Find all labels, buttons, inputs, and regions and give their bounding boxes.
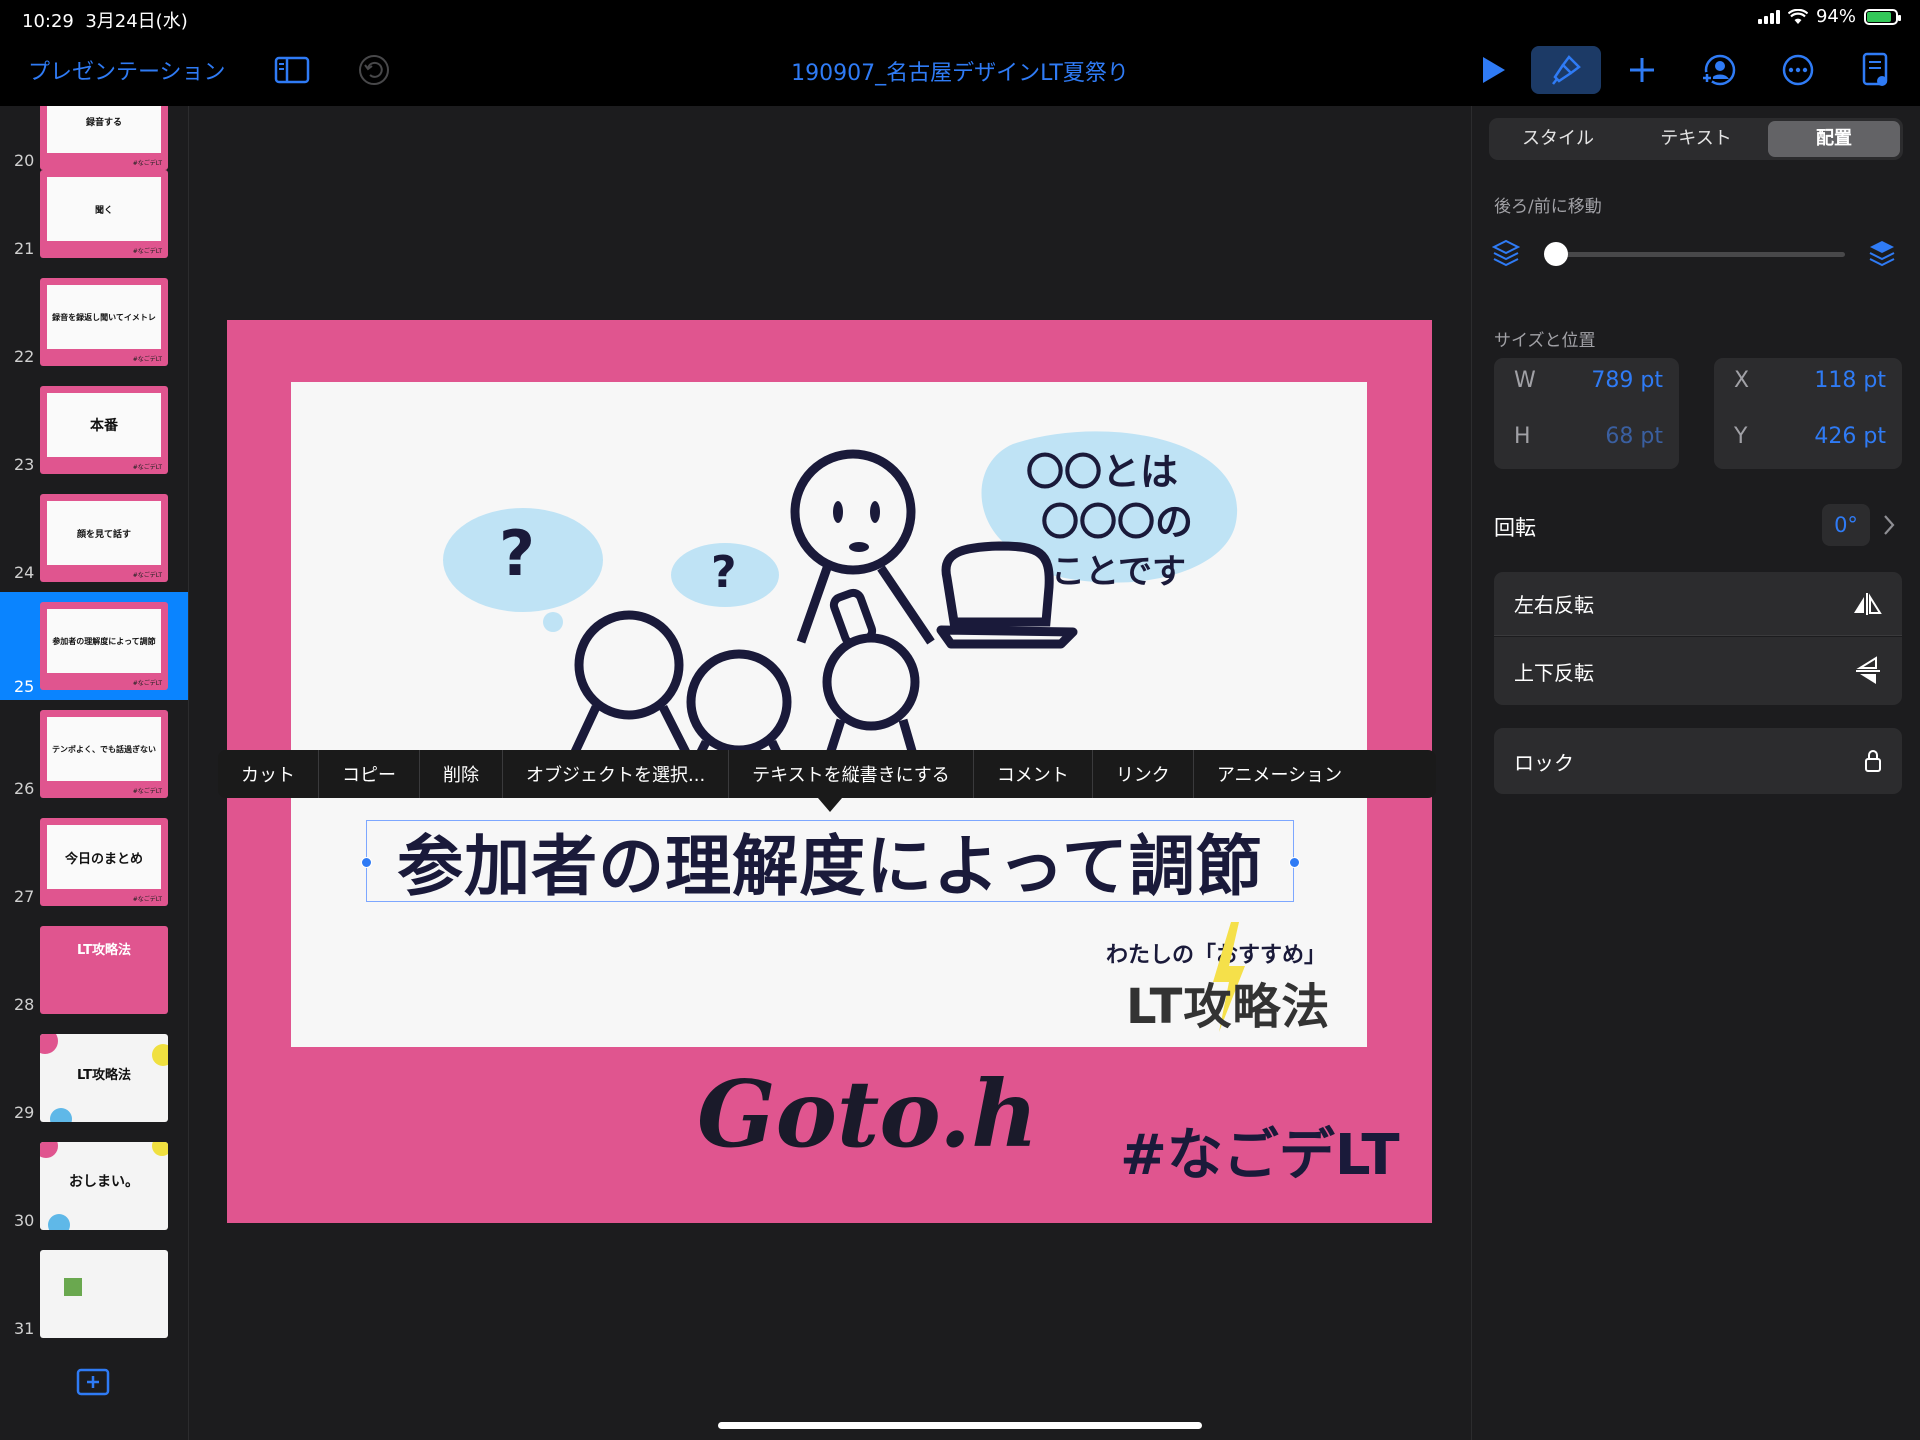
format-panel: スタイル テキスト 配置 後ろ/前に移動 サイズと位置 W 789 pt H 68 …	[1471, 106, 1920, 1440]
menu-comment[interactable]: コメント	[974, 750, 1093, 798]
slide-thumb-30[interactable]: 30 おしまい。	[0, 1134, 188, 1234]
position-box: X 118 pt Y 426 pt	[1714, 358, 1902, 469]
context-menu-pointer	[818, 798, 842, 812]
sidebar-toggle-icon[interactable]	[270, 46, 314, 94]
home-indicator[interactable]	[718, 1422, 1202, 1429]
layer-slider-track[interactable]	[1556, 252, 1845, 257]
menu-cut[interactable]: カット	[218, 750, 319, 798]
send-backward-icon[interactable]	[1492, 238, 1520, 268]
presentations-back-button[interactable]: プレゼンテーション	[28, 46, 226, 94]
status-time: 10:29 3月24日(水)	[22, 11, 188, 32]
battery-percent: 94%	[1815, 6, 1856, 27]
flip-horizontal-button[interactable]: 左右反転	[1494, 572, 1902, 636]
question-mark-1: ?	[499, 517, 535, 590]
size-position-label: サイズと位置	[1494, 331, 1596, 351]
speech-bubble-text: 〇〇とは 〇〇〇の ことです	[1026, 450, 1194, 592]
tab-arrange[interactable]: 配置	[1768, 121, 1900, 157]
menu-select-object[interactable]: オブジェクトを選択...	[503, 750, 730, 798]
add-slide-icon[interactable]	[76, 1368, 110, 1400]
slide-hashtag: #なごデLT	[1120, 1123, 1400, 1188]
status-right: 94%	[1757, 6, 1901, 27]
undo-icon[interactable]	[352, 46, 396, 94]
flip-horizontal-icon	[1854, 592, 1882, 615]
question-mark-2: ?	[711, 547, 737, 598]
slide-thumb-27[interactable]: 27 今日のまとめ #なごデLT	[0, 810, 188, 910]
cellular-icon	[1757, 9, 1780, 24]
slide-thumb-22[interactable]: 22 録音を録返し聞いてイメトレ #なごデLT	[0, 270, 188, 370]
document-setup-icon[interactable]	[1855, 46, 1895, 94]
tab-style[interactable]: スタイル	[1492, 121, 1624, 157]
bring-forward-icon[interactable]	[1868, 238, 1896, 268]
chevron-right-icon[interactable]	[1882, 514, 1896, 536]
slide-navigator: 20 録音する #なごデLT 21 聞く #なごデLT 22 録音を録返し聞いてイメ…	[0, 106, 189, 1440]
slide-thumb-28[interactable]: 28 LT攻略法	[0, 918, 188, 1018]
context-menu: カット コピー 削除 オブジェクトを選択... テキストを縦書きにする コメント…	[218, 750, 1436, 798]
slide-content-area: ? ? 〇〇とは 〇〇〇の ことです わたしの「おすすめ」 LT攻略法	[291, 382, 1367, 1047]
battery-icon	[1864, 8, 1901, 25]
width-field[interactable]: W 789 pt	[1494, 368, 1679, 408]
x-field[interactable]: X 118 pt	[1714, 368, 1902, 408]
resize-handle-left[interactable]	[361, 857, 372, 868]
menu-animation[interactable]: アニメーション	[1194, 750, 1365, 798]
flip-vertical-button[interactable]: 上下反転	[1494, 637, 1902, 705]
menu-vertical-text[interactable]: テキストを縦書きにする	[729, 750, 974, 798]
y-field[interactable]: Y 426 pt	[1714, 424, 1902, 464]
format-brush-icon[interactable]	[1531, 46, 1601, 94]
slide-thumb-31[interactable]: 31	[0, 1242, 188, 1342]
lock-icon	[1865, 750, 1881, 772]
menu-delete[interactable]: 削除	[420, 750, 503, 798]
resize-handle-right[interactable]	[1289, 857, 1300, 868]
slide-sub-title: LT攻略法	[1126, 979, 1331, 1035]
slide-thumb-21[interactable]: 21 聞く #なごデLT	[0, 162, 188, 262]
status-bar: 10:29 3月24日(水) 94%	[0, 0, 1920, 36]
slide-thumb-23[interactable]: 23 本番 #なごデLT	[0, 378, 188, 478]
layer-slider-knob[interactable]	[1544, 242, 1568, 266]
size-box: W 789 pt H 68 pt	[1494, 358, 1679, 469]
layer-order-label: 後ろ/前に移動	[1494, 197, 1602, 217]
slide-logo: Goto.h	[697, 1060, 1039, 1168]
wifi-icon	[1787, 8, 1808, 24]
add-icon[interactable]	[1622, 46, 1662, 94]
flip-vertical-icon	[1856, 656, 1880, 684]
more-icon[interactable]	[1776, 46, 1820, 94]
tab-text[interactable]: テキスト	[1630, 121, 1762, 157]
document-title[interactable]: 190907_名古屋デザインLT夏祭り	[791, 61, 1129, 86]
height-field[interactable]: H 68 pt	[1494, 424, 1679, 464]
menu-link[interactable]: リンク	[1093, 750, 1194, 798]
menu-copy[interactable]: コピー	[319, 750, 420, 798]
rotation-field[interactable]: 0°	[1822, 504, 1870, 546]
rotation-label: 回転	[1494, 516, 1536, 540]
slide-thumb-25[interactable]: 25 参加者の理解度によって調節 #なごデLT	[0, 592, 188, 700]
slide-thumb-29[interactable]: 29 LT攻略法	[0, 1026, 188, 1126]
lock-button[interactable]: ロック	[1494, 728, 1902, 794]
selected-headline-textbox[interactable]: 参加者の理解度によって調節	[366, 820, 1294, 905]
play-icon[interactable]	[1474, 46, 1514, 94]
collaborate-icon[interactable]	[1696, 46, 1740, 94]
format-tabs: スタイル テキスト 配置	[1489, 118, 1903, 160]
slide-thumb-24[interactable]: 24 顔を見て話す #なごデLT	[0, 486, 188, 586]
slide-thumb-26[interactable]: 26 テンポよく、でも話過ぎない #なごデLT	[0, 702, 188, 802]
